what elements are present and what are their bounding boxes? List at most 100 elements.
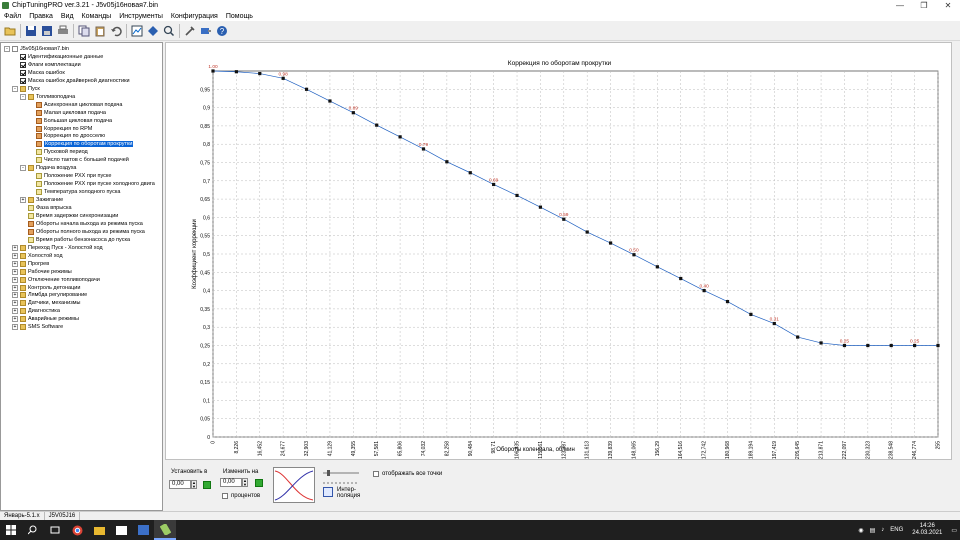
tree-item[interactable]: + Прогрев [12, 260, 49, 268]
mail-icon[interactable] [110, 520, 132, 540]
expand-toggle-icon[interactable]: - [4, 46, 10, 52]
tree-item[interactable]: + Аварийные режимы [12, 315, 79, 323]
tree-item[interactable]: - Топливоподача [20, 93, 75, 101]
menu-item[interactable]: Конфигурация [167, 13, 222, 20]
print-icon[interactable] [56, 24, 70, 38]
search-icon[interactable] [162, 24, 176, 38]
set-to-input[interactable]: 0,00 [169, 480, 191, 489]
data-point[interactable] [679, 276, 683, 281]
close-button[interactable]: ✕ [936, 0, 960, 11]
line-chart[interactable]: 0 0,05 0,1 0,15 0,2 0,25 0,3 0,35 0,4 0,45 0,5 0,55… [166, 43, 953, 461]
tray-language[interactable]: ENG [890, 527, 903, 533]
data-point[interactable] [608, 241, 613, 245]
tree-item[interactable]: - J5v05j16новая7.bin [4, 45, 69, 53]
tree-item[interactable]: + Переход Пуск - Холостой ход [12, 244, 103, 252]
data-point[interactable] [725, 299, 730, 304]
tree-item[interactable]: + Контроль детонации [12, 284, 80, 292]
tree-item[interactable]: + Лямбда регулирование [12, 291, 87, 299]
notification-icon[interactable]: ▭ [951, 527, 957, 534]
data-point[interactable] [796, 335, 800, 339]
data-point[interactable] [889, 343, 893, 348]
title-bar[interactable]: ChipTuningPRO ver.3.21 - J5v05j16новая7.… [0, 0, 960, 11]
tree-item[interactable]: Маска ошибок [12, 69, 65, 77]
expand-toggle-icon[interactable]: - [12, 85, 18, 92]
tray-clock[interactable]: 14:26 24.03.2021 [912, 523, 942, 537]
data-point[interactable] [585, 230, 589, 234]
menu-item[interactable]: Помощь [222, 13, 257, 20]
data-point[interactable] [936, 343, 940, 348]
tree-item[interactable]: Пусковой период [28, 148, 88, 156]
tree-item[interactable]: + Рабочие режимы [12, 268, 72, 276]
tree-item[interactable]: - Пуск [12, 85, 40, 93]
tree-item[interactable]: Малая цикловая подача [28, 109, 106, 117]
change-by-spinner[interactable]: ▲ ▼ [242, 478, 248, 487]
data-point[interactable] [328, 99, 332, 103]
expand-toggle-icon[interactable]: + [12, 324, 18, 331]
copy-icon[interactable] [77, 24, 91, 38]
show-all-points-checkbox[interactable] [373, 471, 379, 477]
maximize-button[interactable]: ❐ [912, 0, 936, 11]
save-icon[interactable] [24, 24, 38, 38]
expand-toggle-icon[interactable]: + [12, 300, 18, 307]
save-as-icon[interactable] [40, 24, 54, 38]
data-point[interactable] [445, 160, 449, 164]
tree-item[interactable]: Положение РХХ при пуске холодного двига [28, 180, 155, 188]
tree-item[interactable]: + Холостой ход [12, 252, 63, 260]
tree-item[interactable]: Фаза впрыска [20, 204, 72, 212]
tree-item[interactable]: Время задержки синхронизации [20, 212, 118, 220]
tree-item[interactable]: + Отключение топливоподачи [12, 276, 100, 284]
data-point[interactable] [749, 312, 753, 316]
expand-toggle-icon[interactable]: + [20, 197, 26, 204]
expand-toggle-icon[interactable]: + [12, 268, 18, 275]
app-icon-blue[interactable] [132, 520, 154, 540]
percent-checkbox[interactable] [222, 493, 228, 499]
tree-item[interactable]: + Зажигание [20, 196, 63, 204]
diamond-icon[interactable] [146, 24, 160, 38]
tree-item[interactable]: Маска ошибок драйверной диагностики [12, 77, 130, 85]
tree-item[interactable]: Обороты начала выхода из режима пуска [20, 220, 143, 228]
data-point[interactable] [819, 341, 823, 345]
expand-toggle-icon[interactable]: + [12, 252, 18, 259]
tree-item[interactable]: Положение РХХ при пуске [28, 172, 111, 180]
expand-toggle-icon[interactable]: - [20, 165, 26, 172]
expand-toggle-icon[interactable]: + [12, 260, 18, 267]
menu-item[interactable]: Файл [0, 13, 25, 20]
expand-toggle-icon[interactable]: - [20, 93, 26, 100]
task-view-icon[interactable] [44, 520, 66, 540]
smoothing-slider-icon[interactable] [321, 467, 361, 489]
minimize-button[interactable]: — [888, 0, 912, 11]
tree-item[interactable]: - Подача воздуха [20, 164, 76, 172]
menu-item[interactable]: Команды [78, 13, 116, 20]
menu-item[interactable]: Правка [25, 13, 57, 20]
data-point[interactable] [538, 205, 543, 209]
data-point[interactable] [515, 193, 519, 198]
open-icon[interactable] [3, 24, 17, 38]
tree-item[interactable]: + Датчики, механизмы [12, 299, 81, 307]
data-point[interactable] [398, 135, 402, 139]
parameter-tree[interactable]: - J5v05j16новая7.bin Идентификационные дан… [0, 42, 163, 511]
expand-toggle-icon[interactable]: + [12, 284, 18, 291]
chiptuning-taskbar-icon[interactable] [154, 520, 176, 540]
connect-icon[interactable] [199, 24, 213, 38]
curve-preview-icon[interactable] [273, 467, 315, 503]
tree-item[interactable]: Большая цикловая подача [28, 117, 112, 125]
data-point[interactable] [468, 171, 472, 175]
tray-network-icon[interactable]: ▤ [870, 527, 876, 534]
undo-icon[interactable] [109, 24, 123, 38]
expand-toggle-icon[interactable]: + [12, 292, 18, 299]
data-point[interactable] [866, 343, 870, 348]
expand-toggle-icon[interactable]: + [12, 276, 18, 283]
chart-area[interactable]: Коррекция по оборотам прокрутки 0 0,05 0,1… [165, 42, 952, 460]
tree-item[interactable]: Число тактов с большей подачей [28, 156, 129, 164]
data-point[interactable] [655, 265, 659, 269]
tree-item[interactable]: Коррекция по оборотам прокрутки [28, 140, 134, 148]
windows-start-icon[interactable] [0, 520, 22, 540]
data-point[interactable] [304, 87, 309, 91]
set-to-spinner[interactable]: ▲ ▼ [191, 480, 197, 489]
search-icon[interactable] [22, 520, 44, 540]
tree-item[interactable]: Время работы бензонасоса до пуска [20, 236, 130, 244]
apply-set-button[interactable] [203, 481, 211, 489]
tree-item[interactable]: Идентификационные данные [12, 53, 103, 61]
data-point[interactable] [375, 123, 379, 127]
file-explorer-icon[interactable] [88, 520, 110, 540]
